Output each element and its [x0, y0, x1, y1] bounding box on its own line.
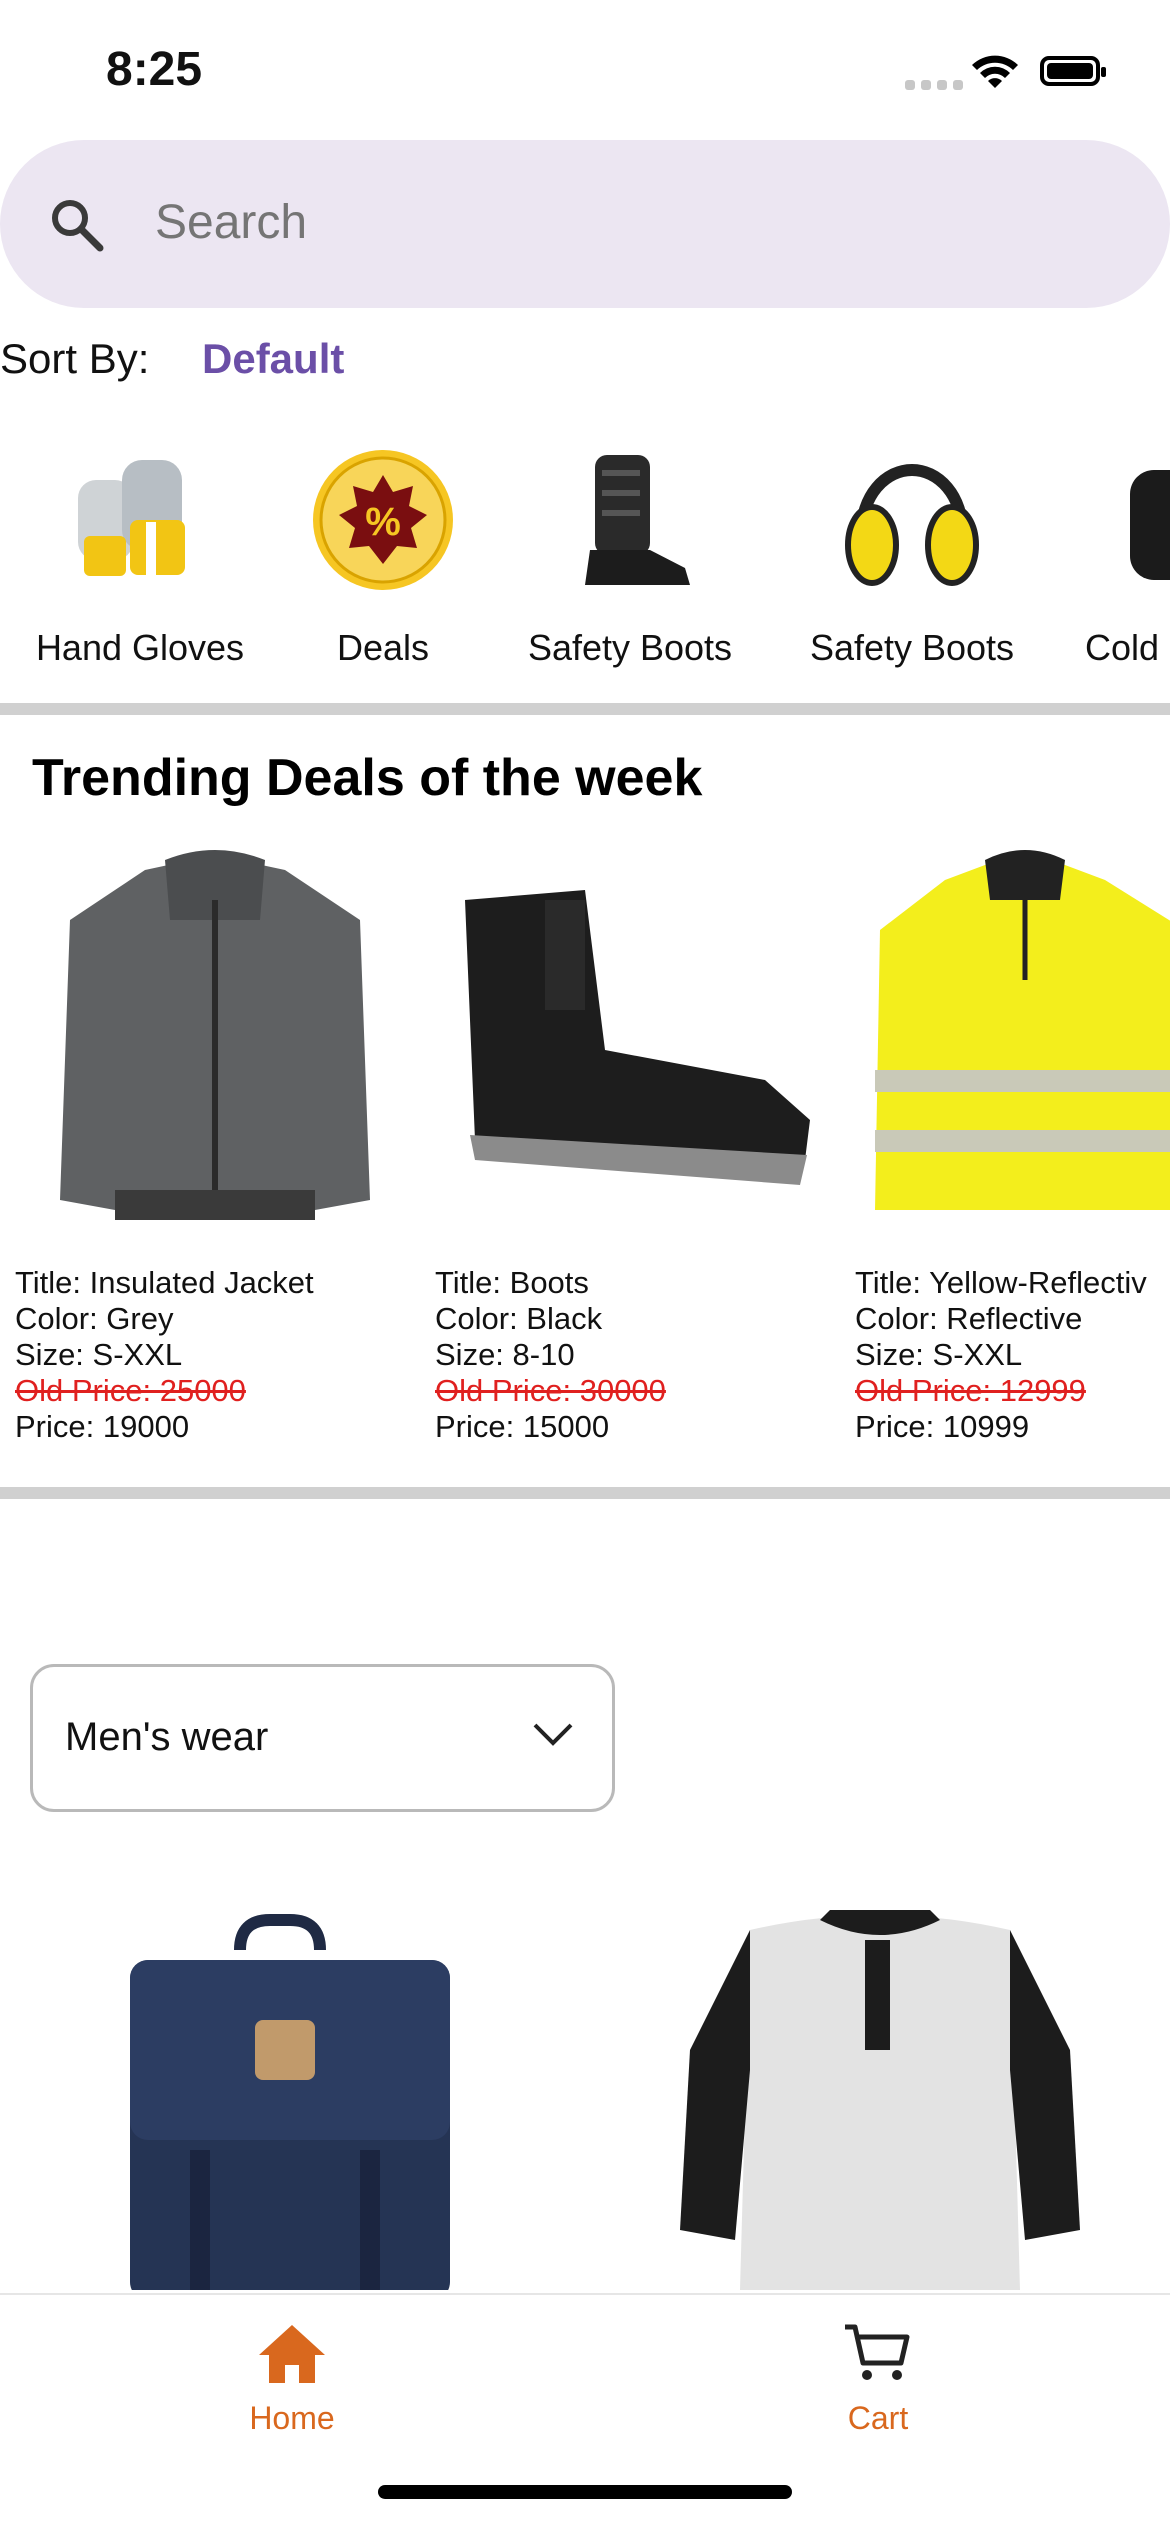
product-card[interactable]: Title: Insulated Jacket Color: Grey Size…	[15, 840, 435, 1445]
category-label: Safety Boots	[527, 627, 733, 668]
boots-image	[465, 890, 810, 1185]
section-divider	[0, 703, 1170, 715]
category-cold[interactable]: Cold	[1040, 440, 1170, 669]
product-info: Title: Yellow-Reflectiv Color: Reflectiv…	[855, 1265, 1170, 1445]
battery-icon	[1040, 56, 1106, 86]
product-size: Size: 8-10	[435, 1337, 575, 1372]
section-divider	[0, 1487, 1170, 1499]
tab-cart[interactable]: Cart	[728, 2323, 1028, 2437]
reflective-jacket-image	[875, 850, 1170, 1210]
category-safety-boots[interactable]: Safety Boots	[500, 440, 760, 669]
product-old-price: Old Price: 25000	[15, 1373, 246, 1408]
chevron-down-icon	[533, 1723, 573, 1746]
product-color: Color: Reflective	[855, 1301, 1083, 1336]
cold-glove-icon	[1130, 470, 1170, 580]
trending-products[interactable]: Title: Insulated Jacket Color: Grey Size…	[0, 840, 1170, 1450]
search-bar[interactable]	[0, 140, 1170, 308]
category-label: Safety Boots	[809, 627, 1015, 668]
product-title: Title: Boots	[435, 1265, 589, 1300]
category-ear-protection[interactable]: Safety Boots	[782, 440, 1042, 669]
grid-product-card[interactable]	[680, 1910, 1080, 2290]
product-old-price: Old Price: 12999	[855, 1373, 1086, 1408]
product-card[interactable]: Title: Yellow-Reflectiv Color: Reflectiv…	[855, 840, 1170, 1445]
gloves-icon	[78, 460, 185, 577]
product-price: Price: 15000	[435, 1409, 610, 1444]
search-input[interactable]	[155, 192, 1055, 252]
category-deals[interactable]: % Deals	[253, 440, 513, 669]
trending-title: Trending Deals of the week	[32, 749, 703, 807]
dropdown-selected: Men's wear	[65, 1715, 269, 1759]
product-size: Size: S-XXL	[15, 1337, 183, 1372]
product-card[interactable]: Title: Boots Color: Black Size: 8-10 Old…	[435, 840, 855, 1445]
insulated-jacket-image	[60, 850, 370, 1220]
grid-product-card[interactable]	[120, 1910, 520, 2290]
tab-label-cart: Cart	[847, 2400, 909, 2436]
sort-value-button[interactable]: Default	[202, 335, 344, 383]
category-list: Hand Gloves % Deals Safety Boots Safety …	[0, 440, 1170, 680]
signal-icon	[905, 80, 963, 90]
earmuffs-icon	[845, 464, 979, 586]
home-indicator[interactable]	[378, 2485, 792, 2499]
product-old-price: Old Price: 30000	[435, 1373, 666, 1408]
product-color: Color: Grey	[15, 1301, 174, 1336]
product-info: Title: Insulated Jacket Color: Grey Size…	[15, 1265, 435, 1445]
backpack-image	[130, 1914, 450, 2290]
tab-label-home: Home	[249, 2400, 335, 2436]
product-price: Price: 10999	[855, 1409, 1030, 1444]
cart-icon	[845, 2324, 910, 2380]
category-label: Hand Gloves	[35, 627, 245, 668]
product-title: Title: Insulated Jacket	[15, 1265, 314, 1300]
status-time: 8:25	[106, 43, 203, 96]
product-info: Title: Boots Color: Black Size: 8-10 Old…	[435, 1265, 855, 1445]
home-icon	[259, 2325, 325, 2383]
product-color: Color: Black	[435, 1301, 603, 1336]
safety-boot-icon	[585, 455, 690, 585]
wifi-icon	[972, 55, 1018, 88]
search-icon	[52, 200, 104, 252]
category-dropdown[interactable]: Men's wear	[30, 1664, 615, 1812]
deals-badge-icon: %	[313, 450, 453, 590]
tab-home[interactable]: Home	[142, 2323, 442, 2437]
sort-label: Sort By:	[0, 335, 150, 382]
status-bar: 8:25	[0, 0, 1170, 140]
category-label: Cold	[1085, 627, 1160, 668]
product-title: Title: Yellow-Reflectiv	[855, 1265, 1147, 1300]
product-price: Price: 19000	[15, 1409, 190, 1444]
svg-text:%: %	[365, 500, 401, 544]
category-label: Deals	[336, 627, 430, 668]
category-hand-gloves[interactable]: Hand Gloves	[10, 440, 270, 669]
product-size: Size: S-XXL	[855, 1337, 1023, 1372]
raglan-shirt-image	[680, 1910, 1080, 2290]
